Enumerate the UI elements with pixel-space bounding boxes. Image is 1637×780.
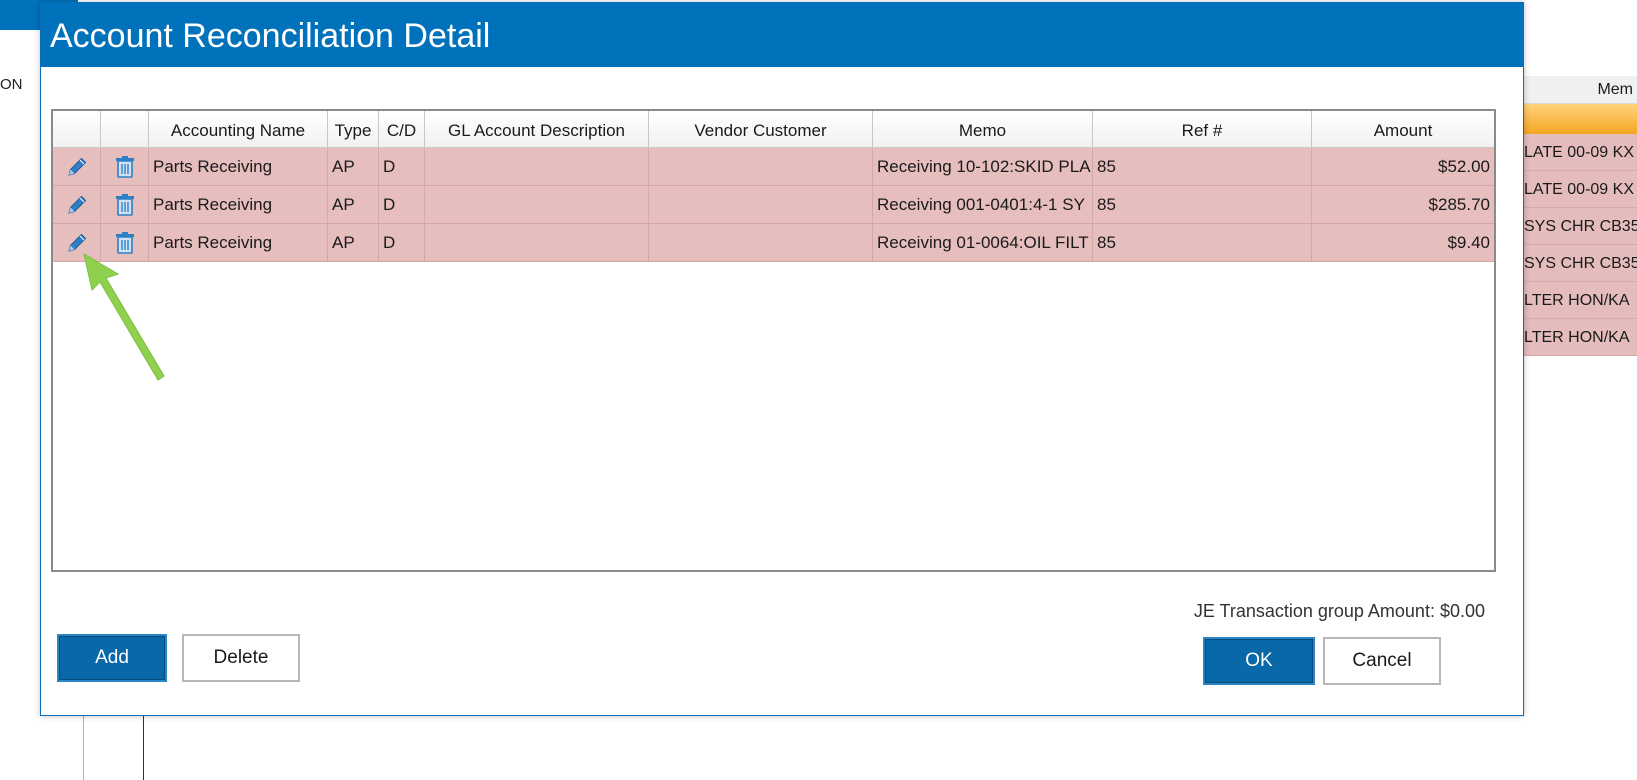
column-header-cd[interactable]: C/D <box>379 111 425 148</box>
cell-gl-description <box>425 148 649 185</box>
table-row[interactable]: Parts Receiving AP D Receiving 01-0064:O… <box>53 224 1494 262</box>
cell-ref: 85 <box>1093 148 1312 185</box>
cell-cd: D <box>379 224 425 261</box>
cell-amount: $285.70 <box>1428 195 1490 214</box>
column-header-ref[interactable]: Ref # <box>1093 111 1312 148</box>
background-row[interactable]: LTER HON/KA <box>1520 319 1637 356</box>
column-header-type[interactable]: Type <box>328 111 379 148</box>
background-selected-row[interactable] <box>1520 104 1637 134</box>
column-header-gl-account-description[interactable]: GL Account Description <box>425 111 649 148</box>
dialog-title: Account Reconciliation Detail <box>41 3 1523 67</box>
background-grid: Mem LATE 00-09 KX LATE 00-09 KX SYS CHR … <box>1520 76 1637 356</box>
ok-button[interactable]: OK <box>1203 637 1315 685</box>
je-transaction-group-amount: JE Transaction group Amount: $0.00 <box>1193 601 1485 621</box>
cell-type: AP <box>328 148 379 185</box>
cell-vendor-customer <box>649 186 873 223</box>
add-button[interactable]: Add <box>57 634 167 682</box>
cell-cd: D <box>379 186 425 223</box>
cell-type: AP <box>328 224 379 261</box>
trash-icon <box>115 231 134 254</box>
trash-icon <box>115 193 134 216</box>
cell-ref: 85 <box>1093 186 1312 223</box>
background-memo-header: Mem <box>1520 76 1637 104</box>
table-row[interactable]: Parts Receiving AP D Receiving 001-0401:… <box>53 186 1494 224</box>
cell-type: AP <box>328 186 379 223</box>
pencil-icon <box>67 233 86 252</box>
delete-row-button[interactable] <box>101 186 149 223</box>
cell-amount: $52.00 <box>1438 157 1490 176</box>
background-row[interactable]: LATE 00-09 KX <box>1520 171 1637 208</box>
edit-button[interactable] <box>53 186 101 223</box>
trash-icon <box>115 155 134 178</box>
cell-memo: Receiving 10-102:SKID PLA <box>873 148 1093 185</box>
background-row[interactable]: SYS CHR CB35 <box>1520 245 1637 282</box>
cell-memo: Receiving 001-0401:4-1 SY <box>873 186 1093 223</box>
account-reconciliation-dialog: Account Reconciliation Detail Accounting… <box>40 2 1524 716</box>
edit-button[interactable] <box>53 148 101 185</box>
cell-ref: 85 <box>1093 224 1312 261</box>
edit-button[interactable] <box>53 224 101 261</box>
delete-button[interactable]: Delete <box>182 634 300 682</box>
cell-memo: Receiving 01-0064:OIL FILT <box>873 224 1093 261</box>
cell-cd: D <box>379 148 425 185</box>
column-header-edit[interactable] <box>53 111 101 148</box>
cell-vendor-customer <box>649 224 873 261</box>
cell-accounting-name: Parts Receiving <box>149 186 328 223</box>
cell-vendor-customer <box>649 148 873 185</box>
pencil-icon <box>67 195 86 214</box>
cell-accounting-name: Parts Receiving <box>149 148 328 185</box>
background-divider <box>83 715 84 780</box>
column-header-accounting-name[interactable]: Accounting Name <box>149 111 328 148</box>
cell-accounting-name: Parts Receiving <box>149 224 328 261</box>
column-header-vendor-customer[interactable]: Vendor Customer <box>649 111 873 148</box>
column-header-delete[interactable] <box>101 111 149 148</box>
delete-row-button[interactable] <box>101 148 149 185</box>
background-column-label: ON <box>0 76 23 93</box>
background-divider <box>143 715 144 780</box>
grid-header: Accounting Name Type C/D GL Account Desc… <box>53 111 1494 148</box>
cell-gl-description <box>425 224 649 261</box>
cancel-button[interactable]: Cancel <box>1323 637 1441 685</box>
delete-row-button[interactable] <box>101 224 149 261</box>
table-row[interactable]: Parts Receiving AP D Receiving 10-102:SK… <box>53 148 1494 186</box>
column-header-amount[interactable]: Amount <box>1312 111 1494 148</box>
cell-gl-description <box>425 186 649 223</box>
background-row[interactable]: LTER HON/KA <box>1520 282 1637 319</box>
detail-grid: Accounting Name Type C/D GL Account Desc… <box>51 109 1496 572</box>
background-row[interactable]: SYS CHR CB35 <box>1520 208 1637 245</box>
cell-amount: $9.40 <box>1447 233 1490 252</box>
column-header-memo[interactable]: Memo <box>873 111 1093 148</box>
background-row[interactable]: LATE 00-09 KX <box>1520 134 1637 171</box>
pencil-icon <box>67 157 86 176</box>
